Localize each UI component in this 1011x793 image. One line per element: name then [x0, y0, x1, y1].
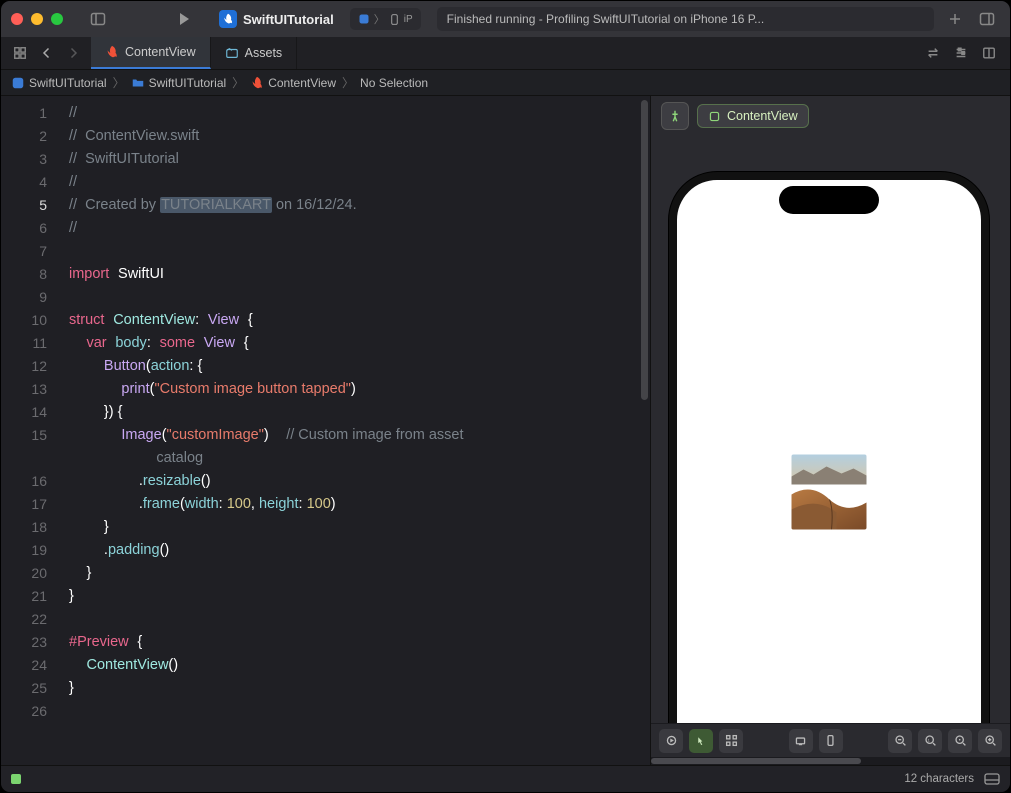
adjust-editor-icon[interactable]: [948, 40, 974, 66]
app-icon: [219, 10, 237, 28]
preview-h-scrollbar[interactable]: [651, 757, 1010, 765]
assets-icon: [225, 46, 239, 60]
scheme-app-icon: [358, 13, 370, 25]
right-panel-toggle-icon[interactable]: [974, 8, 1000, 30]
chevron-right-icon: 〉: [342, 74, 354, 91]
selection-info: 12 characters: [904, 773, 974, 785]
crumb-label: No Selection: [360, 76, 428, 90]
chevron-right-icon: 〉: [232, 74, 244, 91]
zoom-fit-button[interactable]: 1: [918, 729, 942, 753]
zoom-actual-button[interactable]: [948, 729, 972, 753]
variants-button[interactable]: [719, 729, 743, 753]
tab-bar: ContentView Assets: [1, 37, 1010, 70]
related-items-icon[interactable]: [7, 40, 33, 66]
crumb-project[interactable]: SwiftUITutorial: [11, 76, 107, 90]
custom-image-button[interactable]: [792, 455, 867, 530]
status-bar: 12 characters: [1, 765, 1010, 792]
zoom-in-button[interactable]: [978, 729, 1002, 753]
selectable-preview-button[interactable]: [689, 729, 713, 753]
pin-preview-button[interactable]: [661, 102, 689, 130]
project-selector[interactable]: SwiftUITutorial: [219, 10, 334, 28]
nav-forward-icon[interactable]: [61, 40, 85, 66]
desert-image: [792, 455, 867, 530]
code-editor[interactable]: 1234 5678 9101112 131415 16171819 202122…: [1, 96, 650, 765]
project-name: SwiftUITutorial: [243, 12, 334, 27]
svg-text:1: 1: [927, 737, 930, 742]
crumb-label: SwiftUITutorial: [29, 76, 107, 90]
window-controls: [11, 13, 63, 25]
crumb-label: ContentView: [268, 76, 336, 90]
preview-icon: [708, 110, 721, 123]
tab-contentview[interactable]: ContentView: [91, 37, 211, 69]
add-editor-icon[interactable]: [976, 40, 1002, 66]
device-icon: [389, 14, 400, 25]
preview-canvas[interactable]: [651, 136, 1010, 723]
tab-label: ContentView: [125, 45, 196, 59]
close-window-icon[interactable]: [11, 13, 23, 25]
device-frame: [669, 172, 989, 723]
preview-toolbar: 1: [651, 723, 1010, 757]
editor-cycle-icon[interactable]: [920, 40, 946, 66]
swift-file-icon: [250, 76, 264, 90]
device-settings-button[interactable]: [789, 729, 813, 753]
swift-file-icon: [105, 45, 119, 59]
add-icon[interactable]: [942, 8, 968, 30]
crumb-selection[interactable]: No Selection: [360, 76, 428, 90]
zoom-window-icon[interactable]: [51, 13, 63, 25]
titlebar: SwiftUITutorial 〉 iP Finished running - …: [1, 1, 1010, 37]
left-panel-toggle-icon[interactable]: [85, 8, 111, 30]
crumb-file[interactable]: ContentView: [250, 76, 336, 90]
live-preview-button[interactable]: [659, 729, 683, 753]
line-gutter: 1234 5678 9101112 131415 16171819 202122…: [1, 96, 61, 765]
bottom-panel-toggle-icon[interactable]: [984, 773, 1000, 785]
tab-assets[interactable]: Assets: [211, 37, 298, 69]
folder-icon: [131, 76, 145, 90]
crumb-folder[interactable]: SwiftUITutorial: [131, 76, 227, 90]
build-status-icon[interactable]: [11, 774, 21, 784]
scheme-selector[interactable]: 〉 iP: [350, 8, 421, 30]
preview-target-chip[interactable]: ContentView: [697, 104, 809, 128]
nav-back-icon[interactable]: [35, 40, 59, 66]
breadcrumb: SwiftUITutorial 〉 SwiftUITutorial 〉 Cont…: [1, 70, 1010, 96]
zoom-out-button[interactable]: [888, 729, 912, 753]
run-button[interactable]: [171, 8, 197, 30]
tab-label: Assets: [245, 46, 283, 60]
device-notch: [779, 186, 879, 214]
preview-pane: ContentView: [650, 96, 1010, 765]
project-icon: [11, 76, 25, 90]
status-text: Finished running - Profiling SwiftUITuto…: [447, 12, 765, 26]
activity-status[interactable]: Finished running - Profiling SwiftUITuto…: [437, 7, 934, 31]
minimize-window-icon[interactable]: [31, 13, 43, 25]
preview-device-button[interactable]: [819, 729, 843, 753]
crumb-label: SwiftUITutorial: [149, 76, 227, 90]
chevron-right-icon: 〉: [113, 74, 125, 91]
preview-chip-label: ContentView: [727, 109, 798, 123]
editor-scrollbar[interactable]: [641, 100, 648, 400]
code-content[interactable]: // // ContentView.swift // SwiftUITutori…: [61, 96, 650, 765]
